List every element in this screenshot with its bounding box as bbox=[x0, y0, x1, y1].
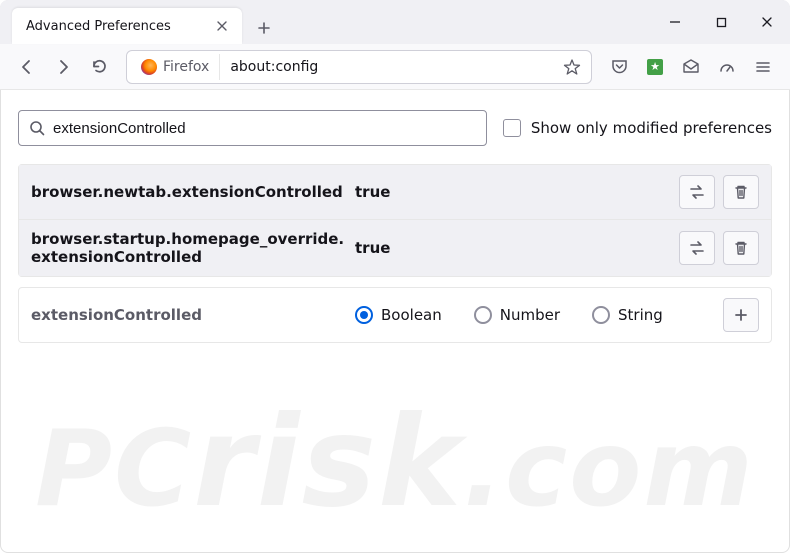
url-bar[interactable]: Firefox about:config bbox=[126, 50, 592, 84]
radio-number[interactable] bbox=[474, 306, 492, 324]
firefox-icon bbox=[141, 59, 157, 75]
maximize-button[interactable] bbox=[698, 0, 744, 44]
search-row: Show only modified preferences bbox=[18, 110, 772, 146]
watermark: PCrisk.com bbox=[0, 400, 790, 525]
active-tab[interactable]: Advanced Preferences bbox=[12, 8, 242, 44]
type-label: Number bbox=[500, 306, 560, 324]
add-preference-button[interactable] bbox=[723, 298, 759, 332]
new-preference-row: extensionControlled Boolean Number Strin… bbox=[18, 287, 772, 343]
radio-boolean[interactable] bbox=[355, 306, 373, 324]
watermark-main: risk bbox=[193, 390, 463, 535]
titlebar: Advanced Preferences bbox=[0, 0, 790, 44]
bookmark-star-icon[interactable] bbox=[557, 50, 587, 84]
app-menu-button[interactable] bbox=[746, 50, 780, 84]
trash-icon bbox=[733, 240, 749, 256]
search-box[interactable] bbox=[18, 110, 487, 146]
url-text: about:config bbox=[220, 59, 318, 75]
preference-name: browser.startup.homepage_override.extens… bbox=[31, 230, 347, 266]
trash-icon bbox=[733, 184, 749, 200]
extension-icon[interactable]: ★ bbox=[638, 50, 672, 84]
preference-row[interactable]: browser.newtab.extensionControlled true bbox=[19, 165, 771, 219]
bookmark-extension-icon: ★ bbox=[647, 59, 663, 75]
identity-box[interactable]: Firefox bbox=[131, 54, 220, 80]
identity-label: Firefox bbox=[163, 59, 209, 75]
preference-name: browser.newtab.extensionControlled bbox=[31, 183, 347, 201]
plus-icon bbox=[733, 307, 749, 323]
nav-toolbar: Firefox about:config ★ bbox=[0, 44, 790, 90]
show-modified-label: Show only modified preferences bbox=[531, 119, 772, 137]
new-preference-name: extensionControlled bbox=[31, 306, 347, 324]
preference-value: true bbox=[355, 239, 671, 257]
delete-button[interactable] bbox=[723, 231, 759, 265]
show-modified-checkbox[interactable] bbox=[503, 119, 521, 137]
watermark-suffix: .com bbox=[463, 408, 755, 530]
window-controls bbox=[652, 0, 790, 44]
type-option-string[interactable]: String bbox=[592, 306, 663, 324]
type-label: String bbox=[618, 306, 663, 324]
type-options: Boolean Number String bbox=[355, 306, 715, 324]
tab-strip: Advanced Preferences bbox=[8, 0, 652, 44]
toggle-button[interactable] bbox=[679, 231, 715, 265]
tab-title: Advanced Preferences bbox=[26, 19, 212, 34]
type-label: Boolean bbox=[381, 306, 442, 324]
minimize-button[interactable] bbox=[652, 0, 698, 44]
preference-row[interactable]: browser.startup.homepage_override.extens… bbox=[19, 219, 771, 276]
about-config-content: Show only modified preferences browser.n… bbox=[0, 90, 790, 343]
toggle-icon bbox=[688, 183, 706, 201]
type-option-number[interactable]: Number bbox=[474, 306, 560, 324]
search-icon bbox=[29, 120, 45, 136]
watermark-prefix: PC bbox=[35, 408, 193, 530]
type-option-boolean[interactable]: Boolean bbox=[355, 306, 442, 324]
back-button[interactable] bbox=[10, 50, 44, 84]
new-tab-button[interactable] bbox=[248, 12, 280, 44]
toggle-button[interactable] bbox=[679, 175, 715, 209]
reload-button[interactable] bbox=[82, 50, 116, 84]
browser-window: Advanced Preferences bbox=[0, 0, 790, 553]
toggle-icon bbox=[688, 239, 706, 257]
delete-button[interactable] bbox=[723, 175, 759, 209]
show-modified-toggle[interactable]: Show only modified preferences bbox=[503, 119, 772, 137]
dashboard-icon[interactable] bbox=[710, 50, 744, 84]
radio-string[interactable] bbox=[592, 306, 610, 324]
mail-icon[interactable] bbox=[674, 50, 708, 84]
search-input[interactable] bbox=[53, 120, 476, 137]
preference-list: browser.newtab.extensionControlled true … bbox=[18, 164, 772, 277]
pocket-icon[interactable] bbox=[602, 50, 636, 84]
preference-value: true bbox=[355, 183, 671, 201]
close-tab-button[interactable] bbox=[212, 16, 232, 36]
close-window-button[interactable] bbox=[744, 0, 790, 44]
forward-button[interactable] bbox=[46, 50, 80, 84]
